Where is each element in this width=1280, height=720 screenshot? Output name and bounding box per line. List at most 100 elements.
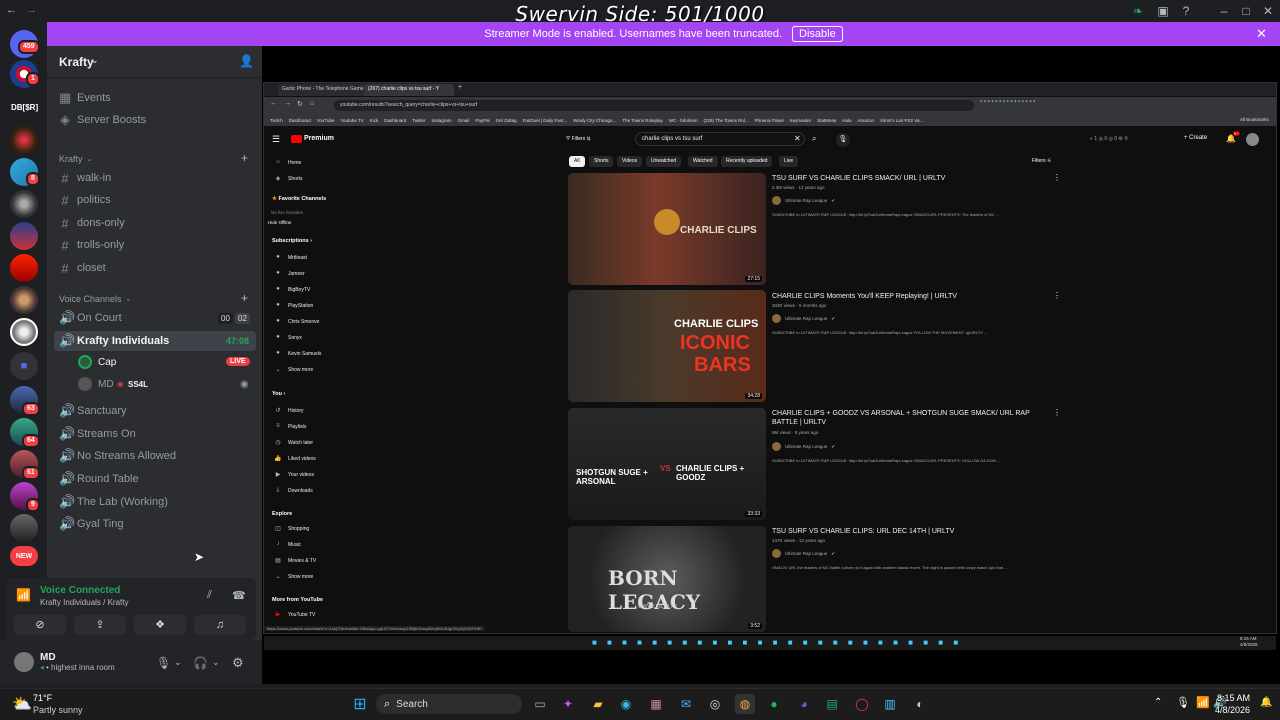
microphone-icon[interactable]: 🎙 — [1176, 696, 1190, 709]
show-more-explore[interactable]: ⌄ Show more — [274, 573, 354, 581]
subscription-item[interactable]: ● Mrtlieast — [274, 254, 354, 261]
copilot-icon[interactable]: ✦ — [558, 694, 578, 714]
avatar[interactable] — [78, 355, 92, 369]
noise-suppression-icon[interactable]: ⫽ — [207, 589, 212, 602]
bookmark[interactable]: Hulu — [842, 118, 851, 123]
add-member-icon[interactable]: 👤 — [239, 54, 254, 68]
signal-icon[interactable]: 📶 — [16, 588, 31, 602]
filters-right-button[interactable]: Filters ⚟ — [1032, 158, 1052, 164]
sidebar-item-youtube-tv[interactable]: ▶ YouTube TV — [274, 611, 354, 619]
avatar[interactable] — [14, 652, 34, 672]
reload-icon[interactable]: ↻ — [297, 100, 303, 108]
bookmark[interactable]: Dashboard — [384, 118, 406, 123]
channel-dons-only[interactable]: # dons-only — [59, 213, 255, 233]
chip-live[interactable]: Live — [779, 156, 799, 167]
sidebar-item-downloads[interactable]: ⤓ Downloads — [274, 487, 354, 494]
favorite-channels-header[interactable]: ★ Favorite Channels — [272, 196, 326, 202]
more-options-icon[interactable]: ⋮ — [1053, 291, 1061, 300]
voice-channel-no-streams-allowed[interactable]: 🔊 No Streams Allowed — [59, 446, 255, 466]
clock-date[interactable]: 4/8/2026 — [1202, 705, 1250, 715]
excel-icon[interactable]: ▤ — [822, 694, 842, 714]
sidebar-item-movies[interactable]: ▤ Movies & TV — [274, 557, 354, 565]
voice-status[interactable]: Voice Connected — [40, 585, 120, 596]
chip-watched[interactable]: Watched — [688, 156, 718, 167]
forward-arrow-icon[interactable]: → — [284, 100, 291, 107]
server-icon[interactable] — [10, 254, 38, 282]
voice-location[interactable]: Krafty Individuals / Krafty — [40, 598, 128, 607]
steam-icon[interactable]: ◐ — [910, 694, 930, 714]
server-icon[interactable] — [10, 286, 38, 314]
disconnect-icon[interactable]: ☎ — [232, 589, 246, 602]
back-arrow-icon[interactable]: ← — [270, 100, 277, 107]
soundboard-button[interactable]: ♫ — [194, 615, 246, 635]
sidebar-item-music[interactable]: ♪ Music — [274, 541, 354, 548]
edge-icon[interactable]: ◉ — [616, 694, 636, 714]
weather-desc[interactable]: Partly sunny — [33, 705, 83, 715]
channel-politics[interactable]: # politics — [59, 190, 255, 210]
hide-offline-link[interactable]: Hide Offline — [268, 220, 291, 225]
all-bookmarks[interactable]: All Bookmarks — [1240, 117, 1269, 122]
home-icon[interactable]: ⌂ — [310, 100, 314, 107]
sidebar-item-playlists[interactable]: ≡ Playlists — [274, 423, 354, 430]
browser-tab[interactable]: Gartic Phone - The Telephone Game — [278, 84, 370, 96]
microphone-icon[interactable]: 🎙 — [156, 656, 171, 670]
bookmark[interactable]: Get Zoltag — [496, 118, 517, 123]
youtube-premium-logo[interactable]: Premium — [304, 135, 334, 142]
bookmark[interactable]: (225) The Towns Rol... — [704, 118, 749, 123]
chip-all[interactable]: All — [569, 156, 585, 167]
bookmark[interactable]: PayPal — [475, 118, 489, 123]
video-channel[interactable]: Ultimate Rap League ✔ — [772, 314, 835, 323]
subscription-item[interactable]: ● BigBoyTV — [274, 286, 354, 293]
forward-arrow-icon[interactable]: → — [26, 4, 37, 16]
video-channel[interactable]: Ultimate Rap League ✔ — [772, 549, 835, 558]
chip-recently-uploaded[interactable]: Recently uploaded — [721, 156, 773, 167]
new-tab-icon[interactable]: + — [458, 84, 462, 91]
opera-icon[interactable]: ◯ — [852, 694, 872, 714]
show-more-subs[interactable]: ⌄ Show more — [274, 366, 354, 374]
bookmark[interactable]: YouTube — [317, 118, 335, 123]
user-name[interactable]: MD — [40, 652, 56, 663]
subscriptions-header[interactable]: Subscriptions › — [272, 238, 312, 244]
server-icon[interactable] — [10, 126, 38, 154]
new-badge[interactable]: NEW — [10, 546, 38, 566]
discord-icon[interactable]: ◕ — [794, 694, 814, 714]
guild-header[interactable]: Krafty ⌄ 👤 — [47, 46, 262, 78]
bookmark[interactable]: FanDuel | Daily Fant... — [523, 118, 568, 123]
bookmark[interactable]: WC - fufulmon — [669, 118, 698, 123]
you-header[interactable]: You › — [272, 391, 285, 397]
file-explorer-icon[interactable]: ▰ — [588, 694, 608, 714]
search-input[interactable]: charlie clips vs tsu surf — [635, 132, 805, 146]
bookmark[interactable]: Windy City Chicago... — [573, 118, 616, 123]
category-krafty[interactable]: Krafty ⌄ — [59, 154, 92, 164]
bookmark[interactable]: StatMuse — [817, 118, 836, 123]
bookmark[interactable]: Dashboard — [289, 118, 311, 123]
server-icon[interactable] — [10, 222, 38, 250]
bookmark[interactable]: Vimm's Lair PS2 Va... — [880, 118, 923, 123]
hamburger-menu-icon[interactable]: ☰ — [272, 134, 280, 145]
channel-trolls-only[interactable]: # trolls-only — [59, 235, 255, 255]
video-thumbnail[interactable]: CHARLIE CLIPS 27:15 — [568, 173, 766, 285]
channel-closet[interactable]: # closet — [59, 258, 255, 278]
address-bar[interactable]: youtube.com/results?search_query=charlie… — [334, 100, 974, 111]
category-voice-channels[interactable]: Voice Channels ⌄ — [59, 294, 131, 304]
video-channel[interactable]: Ultimate Rap League ✔ — [772, 196, 835, 205]
sidebar-item-shorts[interactable]: ◈ Shorts — [274, 175, 354, 183]
bookmark[interactable]: Amazon — [857, 118, 874, 123]
inbox-icon[interactable]: ▣ — [1155, 3, 1171, 19]
subscription-item[interactable]: ● Sonyx — [274, 334, 354, 341]
chrome-icon[interactable]: ◍ — [735, 694, 755, 714]
voice-channel-streams-on[interactable]: 🔊 Streams On — [59, 424, 255, 444]
bookmark[interactable]: Keymaster — [790, 118, 812, 123]
taskbar-search[interactable]: ⌕ Search — [376, 694, 522, 714]
bookmark[interactable]: Twitter — [412, 118, 425, 123]
spotify-icon[interactable]: ● — [764, 694, 784, 714]
banner-close-icon[interactable]: ✕ — [1256, 26, 1267, 42]
add-channel-icon[interactable]: + — [241, 291, 248, 305]
bookmark[interactable]: Phoenix Panel — [755, 118, 784, 123]
server-icon[interactable] — [10, 190, 38, 218]
help-icon[interactable]: ? — [1178, 3, 1194, 19]
create-button[interactable]: + Create — [1184, 135, 1207, 141]
task-view-icon[interactable]: ▭ — [530, 694, 550, 714]
video-channel[interactable]: Ultimate Rap League ✔ — [772, 442, 835, 451]
avatar[interactable] — [1246, 133, 1259, 146]
